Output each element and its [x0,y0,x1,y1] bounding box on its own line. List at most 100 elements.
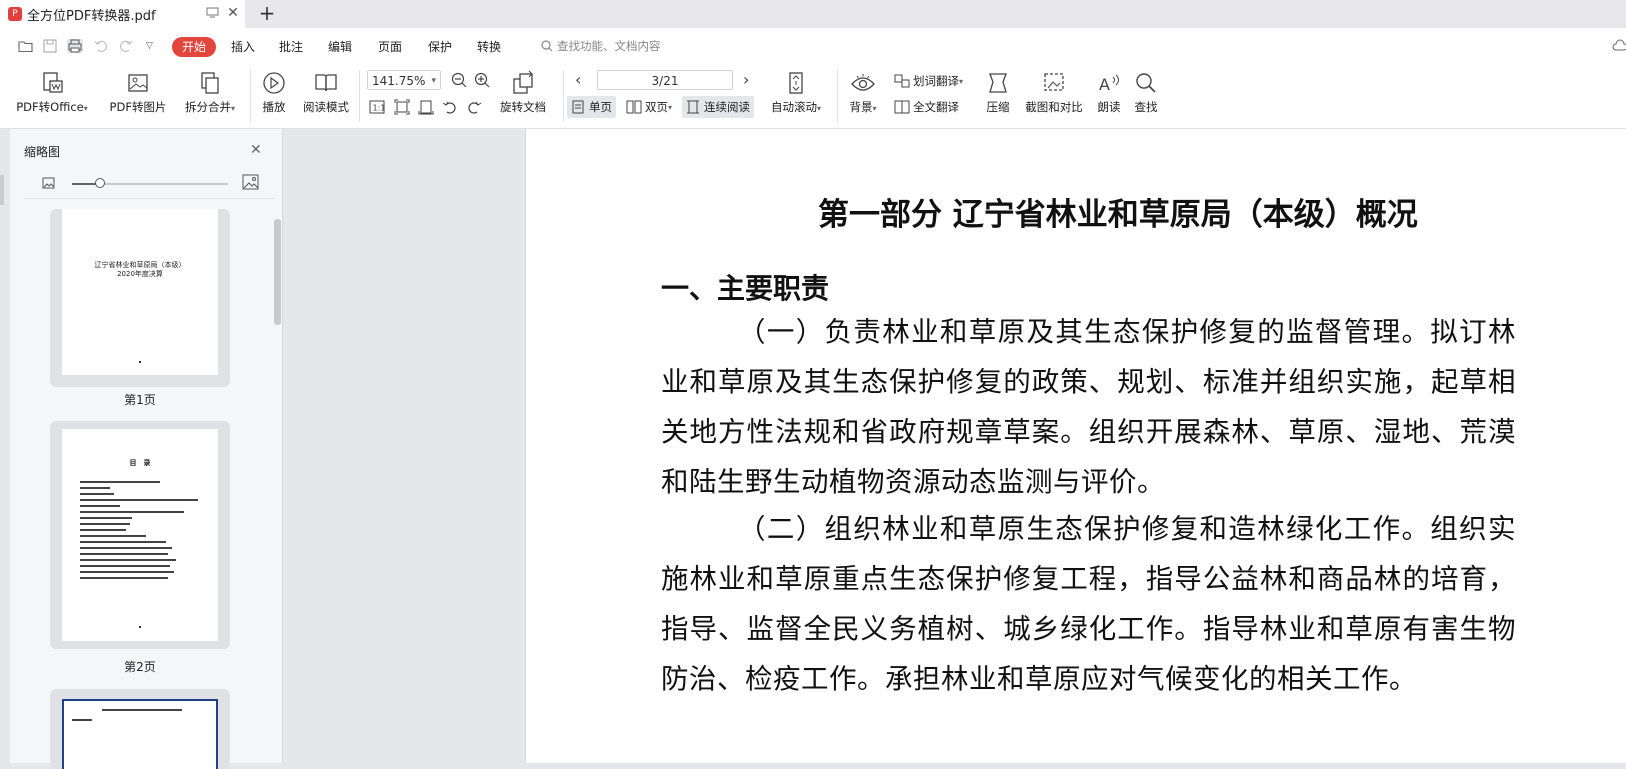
thumbnail-page-1[interactable]: 辽宁省林业和草原局（本级） 2020年度决算 [50,209,230,387]
double-page-view-button[interactable]: 双页 ▾ [622,96,676,118]
menu-annotate[interactable]: 批注 [279,38,303,55]
search-placeholder: 查找功能、文档内容 [557,39,661,53]
toc-line [80,577,168,579]
background-button[interactable]: 背景▾ [845,70,881,115]
chevron-down-icon: ▾ [816,104,821,113]
auto-scroll-icon [789,72,803,94]
single-page-view-button[interactable]: 单页 [567,96,616,118]
read-aloud-button[interactable]: A 朗读 [1094,70,1124,115]
read-aloud-label: 朗读 [1097,100,1121,114]
size-slider-handle[interactable] [95,178,105,188]
thumbnail-label: 第1页 [124,393,156,407]
zoom-in-icon[interactable] [474,72,490,88]
redo-icon[interactable] [118,39,134,53]
print-icon[interactable] [67,39,83,53]
actual-size-icon[interactable]: 1:1 [369,99,385,115]
toc-line [80,505,120,507]
thumbnail-text: 辽宁省林业和草原局（本级） [94,261,186,269]
split-merge-button[interactable]: 拆分合并▾ [180,70,240,115]
thumbnail-page-3[interactable] [50,689,230,769]
svg-text:A: A [1099,75,1110,94]
menu-edit[interactable]: 编辑 [328,38,352,55]
find-button[interactable]: 查找 [1131,70,1161,115]
book-icon [315,74,337,92]
auto-scroll-button[interactable]: 自动滚动▾ [765,70,827,115]
menu-protect[interactable]: 保护 [428,38,452,55]
new-tab-icon[interactable]: + [257,3,277,23]
left-sidebar-strip [0,129,10,763]
toc-line [80,529,126,531]
find-label: 查找 [1134,100,1158,114]
svg-text:1:1: 1:1 [373,104,386,113]
large-image-icon[interactable] [242,174,259,190]
menu-page[interactable]: 页面 [378,38,402,55]
zoom-level-select[interactable]: 141.75% ▾ [367,70,441,90]
document-viewer[interactable]: 第一部分 辽宁省林业和草原局（本级）概况 一、主要职责 （一）负责林业和草原及其… [283,129,1626,763]
thumbnail-page-2[interactable]: 目 录 [50,421,230,649]
feature-search[interactable]: 查找功能、文档内容 [541,38,661,54]
close-icon[interactable]: ✕ [250,142,262,158]
open-folder-icon[interactable] [18,39,34,53]
cloud-icon[interactable] [1612,39,1626,51]
rotate-right-icon[interactable] [466,99,482,115]
toc-line [80,571,174,573]
screenshot-compare-button[interactable]: 截图和对比 [1022,70,1086,115]
continuous-reading-button[interactable]: 连续阅读 [682,96,754,118]
menu-convert[interactable]: 转换 [477,38,501,55]
pdf-to-office-button[interactable]: PDF转Office▾ [12,70,92,115]
chevron-down-icon: ▾ [668,102,673,112]
menu-insert[interactable]: 插入 [231,38,255,55]
undo-icon[interactable] [93,39,109,53]
play-button[interactable]: 播放 [256,70,292,115]
menu-start[interactable]: 开始 [172,37,216,57]
chevron-down-icon: ▾ [959,76,964,86]
full-translate-icon [894,100,910,114]
page-number-input[interactable]: 3/21 [597,70,733,90]
read-mode-button[interactable]: 阅读模式 [300,70,352,115]
play-label: 播放 [262,100,286,114]
single-page-label: 单页 [589,100,612,114]
previous-page-icon[interactable]: ‹ [575,70,581,89]
toolbar-divider [563,70,564,122]
pdf-to-office-label: PDF转Office [16,100,84,114]
full-translate-button[interactable]: 全文翻译 [890,96,963,118]
double-page-label: 双页 [645,100,668,114]
compress-button[interactable]: 压缩 [980,70,1016,115]
page-number-value: 3/21 [651,74,679,88]
thumbnail-page-number [139,361,141,363]
thumbnail-scrollbar[interactable] [274,219,281,325]
eye-icon [851,74,875,91]
toc-line [80,535,146,537]
small-image-icon[interactable] [42,177,55,189]
fit-page-icon[interactable] [394,99,410,115]
thumbnail-heading-line [102,709,182,711]
monitor-icon[interactable] [206,7,219,18]
fit-width-icon[interactable] [418,99,434,115]
thumbnail-page-2-image: 目 录 [62,429,218,641]
thumbnail-page-1-image: 辽宁省林业和草原局（本级） 2020年度决算 [62,209,218,375]
close-tab-icon[interactable]: ✕ [226,6,240,20]
search-icon [1136,73,1156,93]
document-tab[interactable]: P 全方位PDF转换器.pdf ✕ [0,0,245,28]
zoom-out-icon[interactable] [451,72,467,88]
screenshot-compare-icon [1044,73,1064,91]
rotate-left-icon[interactable] [442,99,458,115]
read-aloud-icon: A [1099,74,1119,94]
more-quick-actions-icon[interactable]: ▽ [146,41,153,51]
paragraph-1: （一）负责林业和草原及其生态保护修复的监督管理。拟订林业和草原及其生态保护修复的… [661,316,1516,498]
save-icon[interactable] [42,39,58,53]
toc-line [80,511,184,513]
background-label: 背景 [849,100,873,114]
chevron-down-icon: ▾ [230,104,235,113]
pdf-to-image-button[interactable]: PDF转图片 [106,70,170,115]
chevron-down-icon: ▾ [872,104,877,113]
toc-line [80,547,172,549]
next-page-icon[interactable]: › [743,70,749,89]
rotate-document-button[interactable]: 旋转文档 [498,70,548,115]
continuous-reading-icon [687,100,699,114]
word-translate-button[interactable]: 划词翻译 ▾ [890,70,967,92]
translate-icon [894,74,910,88]
search-icon [541,40,553,52]
screenshot-compare-label: 截图和对比 [1025,100,1083,114]
toc-line [80,487,110,489]
